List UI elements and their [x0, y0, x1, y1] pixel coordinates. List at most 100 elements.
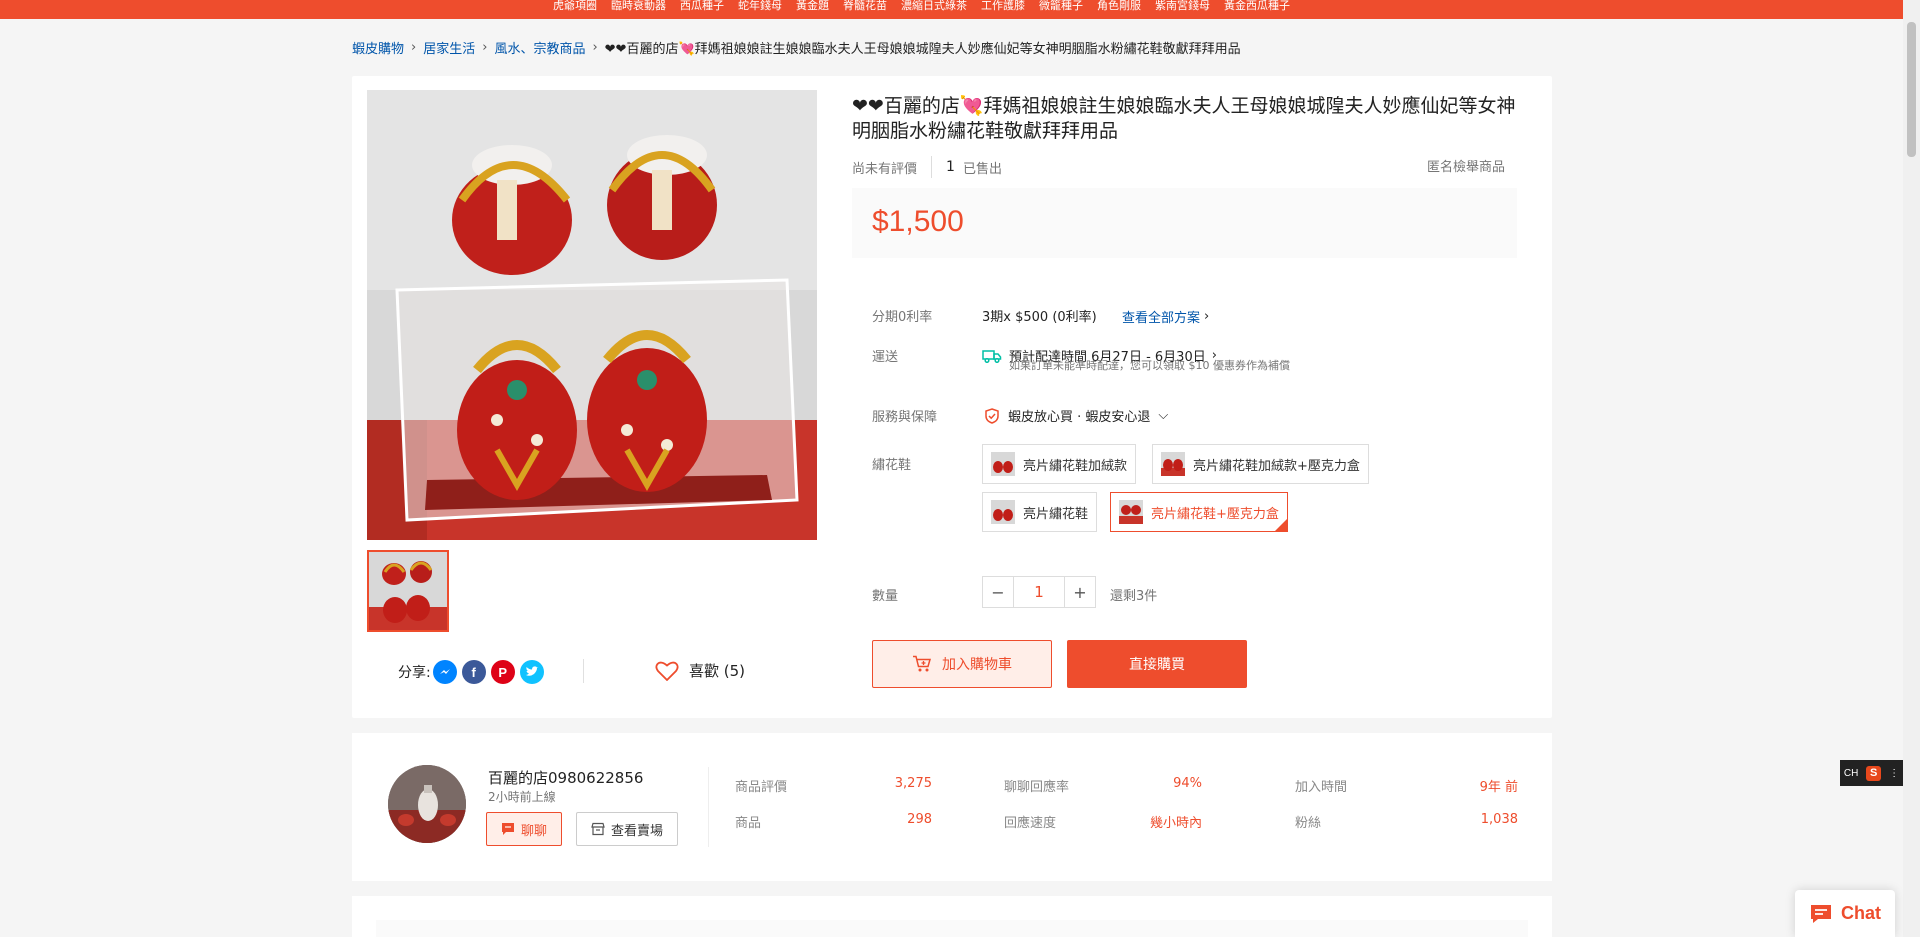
- quantity-decrease-button[interactable]: −: [982, 576, 1014, 608]
- stat-label-joined: 加入時間: [1295, 780, 1348, 795]
- variant-option[interactable]: 亮片繡花鞋: [982, 492, 1098, 532]
- hot-keyword-link[interactable]: 脊髓花苗: [843, 0, 887, 12]
- scrollbar-thumb[interactable]: [1907, 22, 1916, 157]
- breadcrumb-subcategory[interactable]: 風水、宗教商品: [494, 38, 585, 57]
- chevron-right-icon: ›: [411, 40, 417, 55]
- divider: [931, 156, 933, 178]
- shipping-note: 如果訂單未能準時配達，您可以領取 $10 優惠券作為補償: [1009, 359, 1290, 372]
- stat-value-response-rate: 94%: [1173, 776, 1202, 791]
- chevron-right-icon: ›: [1204, 309, 1210, 324]
- variant-thumbnail: [1119, 500, 1143, 524]
- hot-keyword-link[interactable]: 微籠種子: [1039, 0, 1083, 12]
- report-link[interactable]: 匿名檢舉商品: [1427, 156, 1505, 175]
- quantity-input[interactable]: 1: [1014, 576, 1064, 608]
- stat-value-followers: 1,038: [1480, 812, 1518, 827]
- section-header: [376, 920, 1528, 937]
- shop-avatar[interactable]: [388, 765, 466, 843]
- share-label: 分享:: [398, 665, 431, 681]
- heart-icon: [655, 661, 679, 681]
- stat-label-followers: 粉絲: [1295, 816, 1322, 831]
- divider: [708, 767, 709, 847]
- variant-option-label: 亮片繡花鞋加絨款+壓克力盒: [1193, 458, 1360, 474]
- breadcrumb: 蝦皮購物 › 居家生活 › 風水、宗教商品 › ❤❤百麗的店💘拜媽祖娘娘註生娘娘…: [352, 38, 1241, 57]
- shield-check-icon: [985, 407, 999, 424]
- page-scrollbar[interactable]: [1903, 0, 1920, 937]
- shop-name[interactable]: 百麗的店0980622856: [488, 767, 643, 788]
- hot-keyword-link[interactable]: 濃縮日式綠茶: [901, 0, 967, 12]
- price-box: $1,500: [852, 188, 1517, 258]
- quantity-stepper: − 1 +: [982, 576, 1096, 608]
- hot-keyword-link[interactable]: 蛇年錢母: [738, 0, 782, 12]
- stat-label-ratings: 商品評價: [735, 780, 788, 795]
- chat-float-button[interactable]: Chat: [1795, 890, 1895, 937]
- cart-icon: [913, 655, 931, 672]
- top-header-bar: 虎爺項圈 臨時衰動器 西瓜種子 蛇年錢母 黃金題 脊髓花苗 濃縮日式綠茶 工作護…: [0, 0, 1920, 19]
- variant-label: 繡花鞋: [872, 458, 912, 473]
- shipping-label: 運送: [872, 350, 899, 365]
- buy-now-button[interactable]: 直接購買: [1067, 640, 1247, 688]
- variant-option-selected[interactable]: 亮片繡花鞋+壓克力盒: [1110, 492, 1288, 532]
- breadcrumb-current: ❤❤百麗的店💘拜媽祖娘娘註生娘娘臨水夫人王母娘娘城隍夫人妙應仙妃等女神明胭脂水粉…: [604, 42, 1241, 57]
- variant-thumbnail: [991, 500, 1015, 524]
- view-shop-button[interactable]: 查看賣場: [576, 812, 679, 846]
- add-to-cart-label: 加入購物車: [942, 657, 1012, 673]
- product-main-image[interactable]: [367, 90, 817, 540]
- chevron-down-icon: ⌵: [1158, 408, 1169, 423]
- product-specs-section: [352, 896, 1552, 937]
- product-meta: 尚未有評價 1 已售出: [852, 156, 1002, 178]
- chevron-right-icon: ›: [592, 40, 598, 55]
- stat-label-response-speed: 回應速度: [1004, 816, 1057, 831]
- installment-plans-label: 查看全部方案: [1122, 311, 1201, 326]
- sold-label: 已售出: [962, 161, 1002, 177]
- ime-menu-icon: ⋮: [1889, 767, 1900, 779]
- hot-keyword-link[interactable]: 臨時衰動器: [611, 0, 666, 12]
- stat-label-products: 商品: [735, 816, 762, 831]
- chat-seller-button[interactable]: 聊聊: [486, 812, 563, 846]
- hot-keyword-link[interactable]: 西瓜種子: [680, 0, 724, 12]
- hot-keyword-link[interactable]: 虎爺項圈: [553, 0, 597, 12]
- variant-option-label: 亮片繡花鞋: [1023, 506, 1089, 522]
- pinterest-icon[interactable]: P: [490, 660, 515, 684]
- hot-keyword-link[interactable]: 角色剛服: [1097, 0, 1141, 12]
- installment-value: 3期x $500 (0利率): [982, 310, 1097, 325]
- product-thumbnail[interactable]: [367, 550, 449, 632]
- add-to-cart-button[interactable]: 加入購物車: [872, 640, 1052, 688]
- messenger-icon[interactable]: [432, 660, 457, 684]
- hot-keyword-link[interactable]: 紫南宮錢母: [1155, 0, 1210, 12]
- chat-seller-label: 聊聊: [521, 823, 548, 839]
- installment-plans-link[interactable]: 查看全部方案 ›: [1122, 307, 1209, 326]
- ime-indicator[interactable]: CH S ⋮: [1840, 760, 1903, 786]
- variant-thumbnail: [991, 452, 1015, 476]
- shop-online-status: 2小時前上線: [488, 790, 556, 804]
- quantity-increase-button[interactable]: +: [1064, 576, 1096, 608]
- share-row: 分享: f P: [398, 660, 544, 684]
- like-button[interactable]: 喜歡 (5): [655, 660, 745, 681]
- hot-keyword-link[interactable]: 黃金題: [796, 0, 829, 12]
- divider: [583, 659, 584, 683]
- stat-value-response-speed: 幾小時內: [1149, 816, 1202, 831]
- ime-logo-icon: S: [1866, 765, 1882, 781]
- breadcrumb-category[interactable]: 居家生活: [423, 38, 475, 57]
- guarantee-value: 蝦皮放心買 · 蝦皮安心退: [1008, 410, 1151, 425]
- chat-icon: [502, 823, 514, 835]
- product-card: 分享: f P 喜歡 (5) ❤❤百麗的店💘拜媽祖娘娘註生娘娘臨水夫人王母娘娘城…: [352, 76, 1552, 718]
- store-icon: [591, 822, 605, 836]
- hot-keyword-link[interactable]: 工作護膝: [981, 0, 1025, 12]
- variant-option-label: 亮片繡花鞋+壓克力盒: [1151, 506, 1279, 522]
- hot-keywords: 虎爺項圈 臨時衰動器 西瓜種子 蛇年錢母 黃金題 脊髓花苗 濃縮日式綠茶 工作護…: [553, 0, 1290, 12]
- twitter-icon[interactable]: [519, 660, 544, 684]
- variant-thumbnail: [1161, 452, 1185, 476]
- product-price: $1,500: [872, 205, 964, 238]
- breadcrumb-home[interactable]: 蝦皮購物: [352, 38, 404, 57]
- facebook-icon[interactable]: f: [461, 660, 486, 684]
- chat-float-label: Chat: [1841, 903, 1881, 923]
- variant-option[interactable]: 亮片繡花鞋加絨款: [982, 444, 1137, 484]
- hot-keyword-link[interactable]: 黃金西瓜種子: [1224, 0, 1290, 12]
- stat-value-joined: 9年 前: [1479, 780, 1518, 795]
- stock-remaining: 還剩3件: [1110, 589, 1158, 604]
- variant-option[interactable]: 亮片繡花鞋加絨款+壓克力盒: [1152, 444, 1369, 484]
- sold-count: 1: [946, 159, 955, 175]
- stat-value-products[interactable]: 298: [832, 812, 932, 827]
- guarantee-dropdown[interactable]: 蝦皮放心買 · 蝦皮安心退 ⌵: [984, 406, 1168, 425]
- installment-label: 分期0利率: [872, 310, 933, 325]
